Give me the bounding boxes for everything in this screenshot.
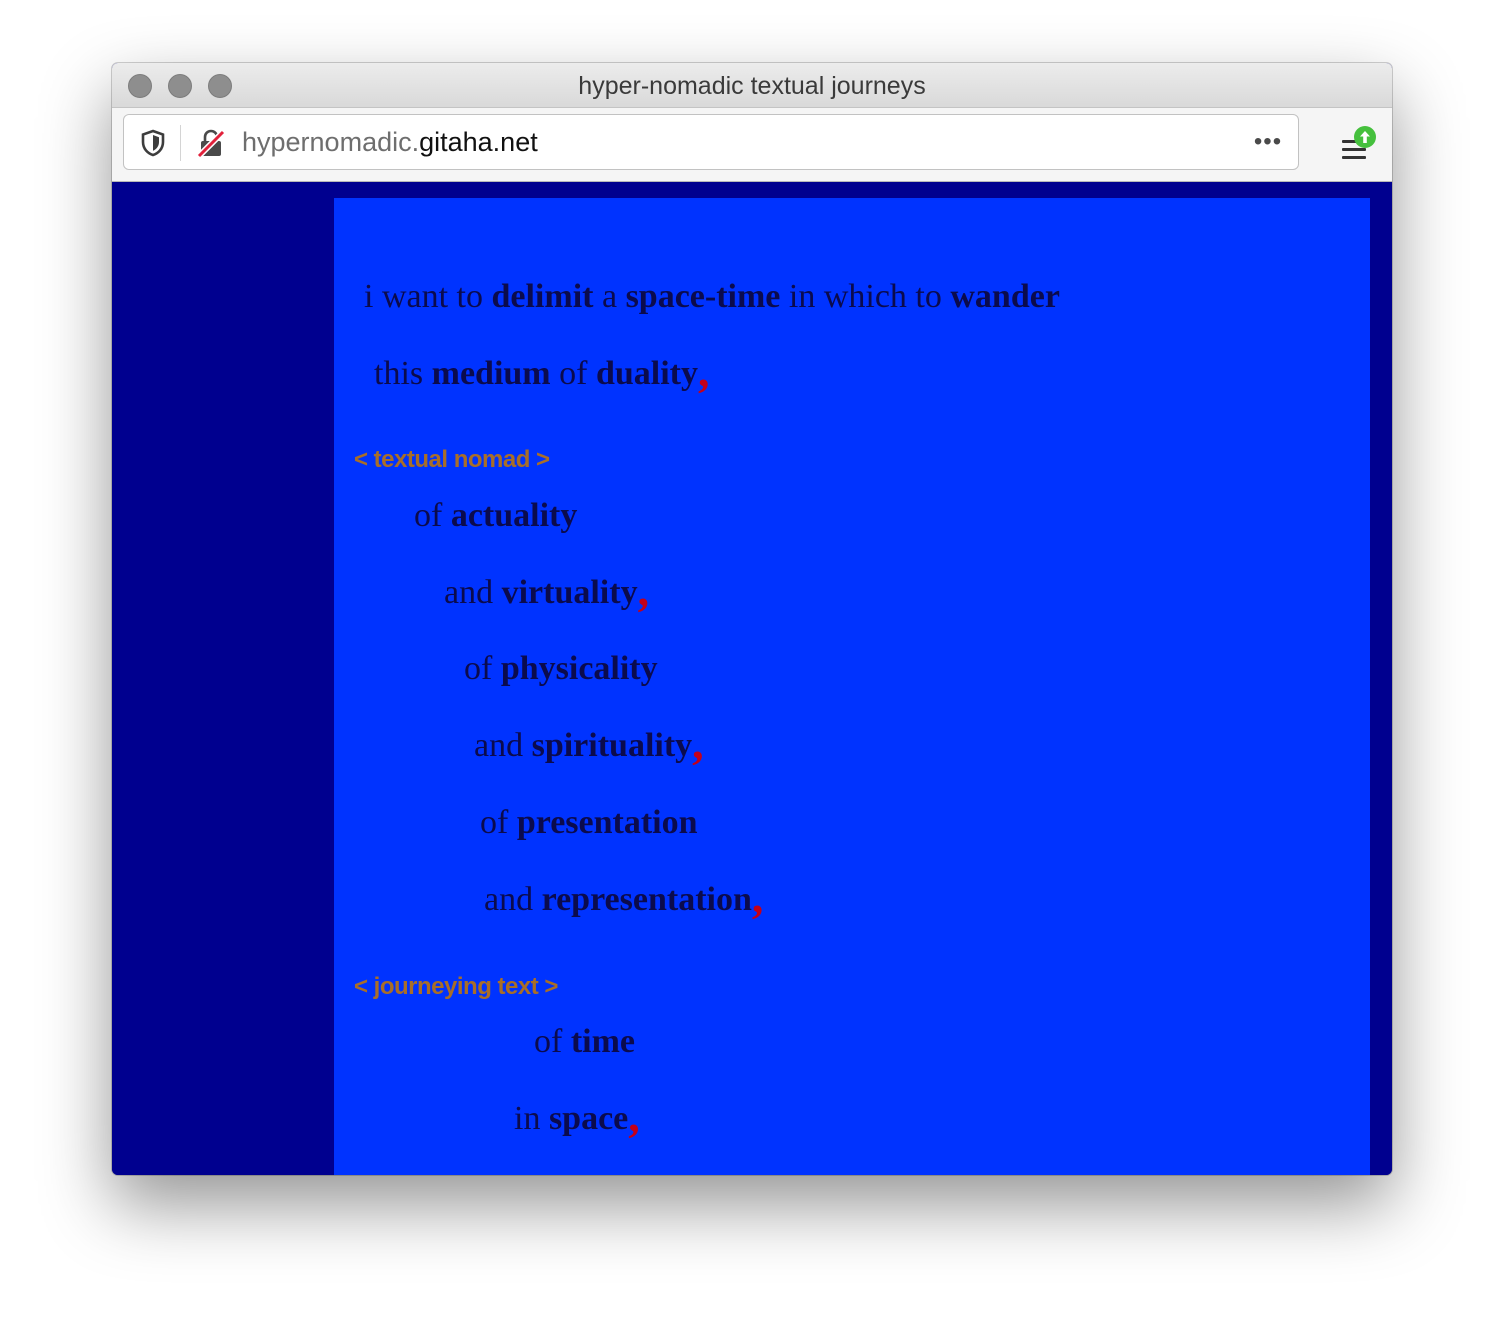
url-subdomain: hypernomadic. [242, 127, 420, 157]
menu-bar-line [1342, 148, 1366, 151]
arrow-up-icon [1360, 131, 1370, 143]
poem-line-1: i want to delimit a space-time in which … [364, 278, 1060, 315]
red-comma: , [751, 871, 764, 922]
browser-window: hyper-nomadic textual journeys hypernoma… [112, 63, 1392, 1175]
poem-line-5: of physicality [464, 650, 658, 687]
poem-line-3: of actuality [414, 497, 578, 534]
poem-line-9: of time [534, 1023, 636, 1060]
red-comma: , [628, 1090, 640, 1141]
poem-line-6: and spirituality, [474, 717, 704, 768]
url-domain: gitaha.net [419, 127, 538, 157]
url-text[interactable]: hypernomadic.gitaha.net [242, 127, 538, 158]
red-comma: , [698, 345, 710, 396]
poem-line-10: in space, [514, 1090, 640, 1141]
poem-line-2: this medium of duality, [374, 345, 710, 396]
red-comma: , [692, 717, 704, 768]
poem-panel: i want to delimit a space-time in which … [334, 198, 1370, 1175]
update-available-icon [1354, 126, 1376, 148]
address-bar-separator [180, 125, 181, 161]
page-content: i want to delimit a space-time in which … [112, 182, 1392, 1175]
insecure-connection-lock-icon[interactable] [196, 128, 226, 158]
red-comma: , [637, 564, 650, 615]
hamburger-menu-button[interactable] [1338, 126, 1376, 166]
poem-line-7: of presentation [480, 804, 698, 841]
tag-journeying-text: < journeying text > [354, 973, 558, 1000]
title-bar: hyper-nomadic textual journeys [112, 63, 1392, 108]
poem-line-8: and representation, [484, 871, 764, 922]
tracking-protection-shield-icon[interactable] [140, 129, 166, 157]
poem-line-4: and virtuality, [444, 564, 650, 615]
page-actions-more-button[interactable]: ••• [1248, 127, 1288, 157]
tag-textual-nomad: < textual nomad > [354, 446, 550, 473]
browser-toolbar: hypernomadic.gitaha.net ••• [112, 108, 1392, 182]
address-bar[interactable]: hypernomadic.gitaha.net ••• [123, 114, 1299, 170]
window-title: hyper-nomadic textual journeys [578, 72, 926, 100]
menu-bar-line [1342, 156, 1366, 159]
